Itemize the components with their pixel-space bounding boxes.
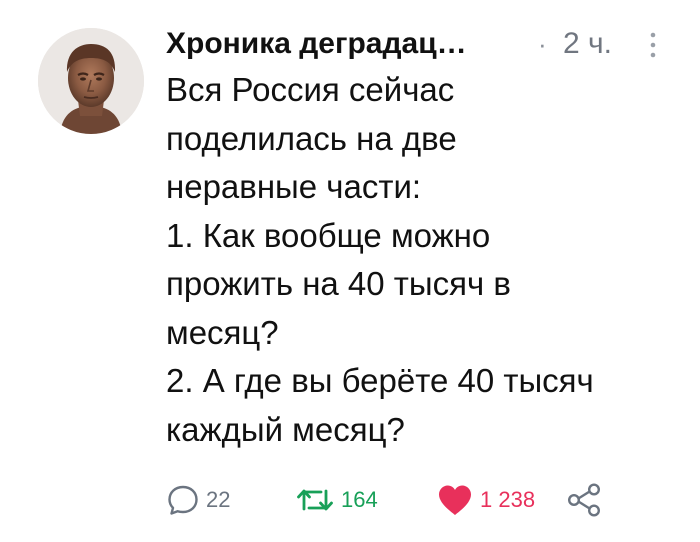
post-text: Вся Россия сейчас поделилась на две нера… [166, 66, 686, 454]
post-header: Хроника деградац… · 2 ч. [166, 24, 676, 66]
repost-count: 164 [341, 487, 378, 512]
heart-icon [436, 483, 474, 517]
repost-arrows-icon [295, 483, 335, 517]
post-card: Хроника деградац… · 2 ч. Вся Россия сейч… [0, 0, 700, 542]
post-text-line: Вся Россия сейчас [166, 71, 455, 108]
action-bar: 22 164 1 238 [166, 482, 666, 518]
post-text-line: месяц? [166, 313, 279, 351]
post-text-line: неравные части: [166, 168, 422, 205]
post-text-line: поделилась на две [166, 119, 457, 157]
post-time[interactable]: 2 ч. [563, 24, 612, 64]
post-text-line: прожить на 40 тысяч в [166, 265, 511, 302]
avatar-bust-image [38, 28, 144, 134]
separator-dot: · [538, 29, 547, 59]
reply-button[interactable]: 22 [166, 482, 230, 518]
speech-bubble-icon [166, 483, 200, 517]
reply-count: 22 [206, 487, 231, 512]
post-text-line: 2. А где вы берёте 40 тысяч [166, 362, 594, 399]
like-button[interactable]: 1 238 [436, 482, 535, 518]
avatar[interactable] [38, 28, 144, 134]
like-count: 1 238 [480, 487, 536, 512]
repost-button[interactable]: 164 [295, 482, 378, 518]
share-button[interactable] [566, 482, 602, 518]
post-text-line: каждый месяц? [166, 410, 405, 448]
author-name[interactable]: Хроника деградац… [166, 24, 467, 64]
more-options-icon[interactable] [646, 30, 660, 60]
post-text-line: 1. Как вообще можно [166, 216, 491, 254]
share-nodes-icon [566, 482, 602, 518]
